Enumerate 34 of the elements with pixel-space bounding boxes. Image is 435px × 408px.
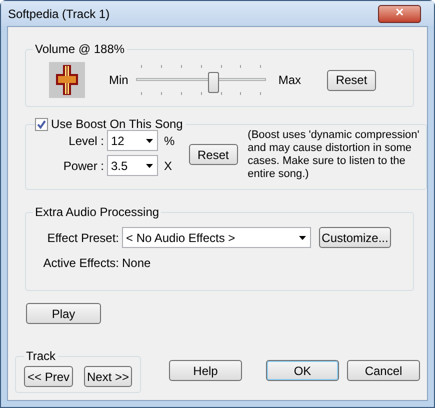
dialog-button[interactable]: OK xyxy=(266,360,339,381)
customize-button[interactable]: Customize... xyxy=(319,227,391,248)
combo-box[interactable]: 12 xyxy=(107,130,158,151)
unit-label: % xyxy=(164,132,175,150)
window-title: Softpedia (Track 1) xyxy=(8,6,110,22)
unit-label: X xyxy=(164,158,172,174)
boost-checkbox[interactable]: Use Boost On This Song xyxy=(35,115,183,133)
preset-combo-box[interactable]: < No Audio Effects > xyxy=(122,227,311,248)
group-title: Track xyxy=(25,348,57,365)
dropdown-arrow-icon xyxy=(299,236,306,240)
field-label: Level : xyxy=(68,132,105,150)
volume-slider[interactable] xyxy=(136,65,266,95)
boost-icon xyxy=(49,62,85,98)
reset-button[interactable]: Reset xyxy=(327,70,376,90)
group-title: Extra Audio Processing xyxy=(34,204,160,221)
reset-button[interactable]: Reset xyxy=(188,144,238,165)
next-button[interactable]: Next >> xyxy=(84,366,132,387)
dialog-button[interactable]: Help xyxy=(169,360,242,381)
field-label: Active Effects: xyxy=(42,255,120,272)
play-button[interactable]: Play xyxy=(26,303,101,324)
boost-note: (Boost uses 'dynamic compression' and may cause distortion in some cases. Make sure to listen to the entire song.) xyxy=(248,129,420,181)
active-effects-value: None xyxy=(122,255,151,272)
dropdown-arrow-icon xyxy=(146,164,153,168)
combo-box[interactable]: 3.5 xyxy=(107,155,158,176)
slider-thumb[interactable] xyxy=(208,72,220,93)
min-label: Min xyxy=(109,72,128,89)
field-label: Effect Preset: xyxy=(46,230,120,246)
field-label: Power : xyxy=(62,158,105,174)
prev-button[interactable]: << Prev xyxy=(24,366,73,387)
group-title: Volume @ 188% xyxy=(34,41,126,58)
dialog-button[interactable]: Cancel xyxy=(347,360,420,381)
max-label: Max xyxy=(278,72,302,89)
check-icon xyxy=(37,120,46,128)
dropdown-arrow-icon xyxy=(146,138,153,142)
